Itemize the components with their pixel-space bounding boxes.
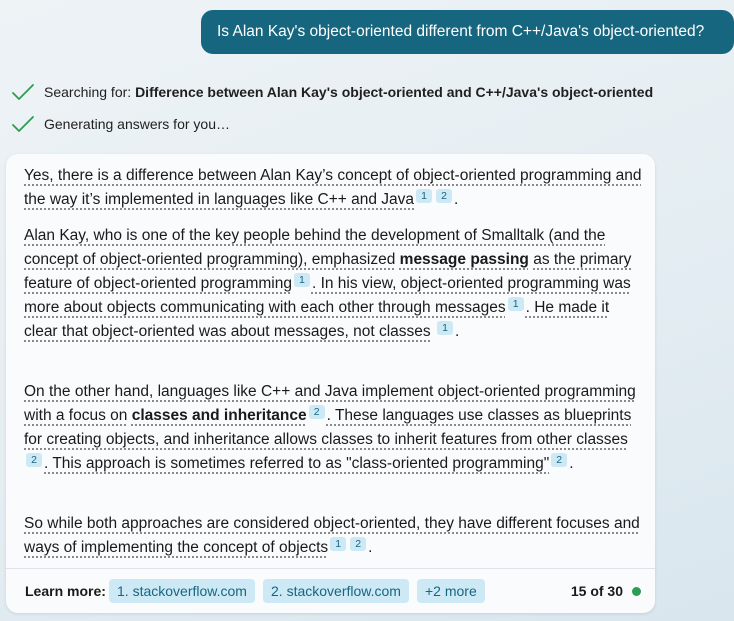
learn-more-label: Learn more: (25, 583, 106, 599)
citation-2[interactable]: 2 (350, 537, 367, 551)
answer-paragraph-2: Alan Kay, who is one of the key people b… (24, 224, 642, 344)
learn-more-link-2[interactable]: 2. stackoverflow.com (263, 579, 409, 603)
citation-1[interactable]: 1 (330, 537, 347, 551)
period: . (454, 323, 460, 340)
citation-1[interactable]: 1 (507, 297, 524, 311)
paragraph-text: Yes, there is a difference between Alan … (24, 167, 642, 208)
checkmark-icon (12, 84, 34, 100)
status-searching: Searching for: Difference between Alan K… (12, 82, 653, 102)
period: . (454, 191, 459, 208)
status-generating: Generating answers for you… (12, 114, 230, 134)
user-message-text: Is Alan Kay's object-oriented different … (217, 23, 705, 40)
answer-card: Yes, there is a difference between Alan … (6, 154, 655, 613)
generating-text: Generating answers for you… (44, 116, 230, 132)
answer-paragraph-4: So while both approaches are considered … (24, 512, 642, 560)
period: . (569, 455, 574, 472)
card-divider (6, 568, 655, 569)
answer-paragraph-1: Yes, there is a difference between Alan … (24, 164, 642, 212)
period: . (368, 539, 373, 556)
response-counter: 15 of 30 (570, 583, 623, 599)
checkmark-icon (12, 116, 34, 132)
citation-2[interactable]: 2 (308, 405, 325, 419)
citation-2[interactable]: 2 (436, 189, 453, 203)
answer-paragraph-3: On the other hand, languages like C++ an… (24, 380, 642, 476)
citation-1[interactable]: 1 (436, 321, 453, 335)
user-message-bubble: Is Alan Kay's object-oriented different … (201, 10, 734, 54)
citation-2[interactable]: 2 (26, 453, 42, 467)
status-dot-icon (632, 587, 641, 596)
paragraph-text: . This approach is sometimes referred to… (44, 455, 550, 472)
searching-label: Searching for: (44, 84, 132, 100)
more-sources-button[interactable]: +2 more (417, 579, 485, 603)
emphasis-text: classes and inheritance (131, 407, 307, 424)
searching-query: Difference between Alan Kay's object-ori… (135, 84, 654, 100)
citation-1[interactable]: 1 (293, 273, 310, 287)
learn-more-link-1[interactable]: 1. stackoverflow.com (109, 579, 255, 603)
citation-1[interactable]: 1 (416, 189, 433, 203)
emphasis-text: message passing (399, 251, 529, 268)
citation-2[interactable]: 2 (551, 453, 568, 467)
